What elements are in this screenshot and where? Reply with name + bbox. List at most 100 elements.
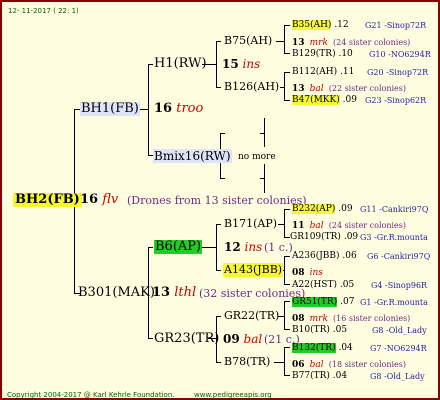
bmix-note: no more bbox=[238, 152, 276, 162]
gr23-id[interactable]: GR23(TR) bbox=[154, 332, 219, 346]
g4-value: .06 bbox=[342, 251, 357, 261]
g4-gen-number: 08 bbox=[292, 268, 305, 278]
g4-id[interactable]: B47(MKK) bbox=[292, 95, 340, 105]
g4-row-1: B35(AH) .12 bbox=[292, 18, 349, 32]
b75-id[interactable]: B75(AH) bbox=[224, 34, 272, 48]
g4-row-15: B10(TR) .05 bbox=[292, 323, 347, 337]
g4-row-6: B47(MKK) .09 bbox=[292, 93, 357, 107]
g4-value: .09 bbox=[338, 204, 353, 214]
connector bbox=[278, 224, 285, 225]
connector bbox=[260, 178, 265, 179]
h1-gen-number: 15 bbox=[222, 57, 239, 71]
sire-gen-number: 16 bbox=[154, 101, 173, 116]
connector bbox=[284, 209, 290, 210]
b6-gen-number: 12 bbox=[224, 240, 241, 254]
g4-code: G8 -Old_Lady bbox=[370, 372, 425, 381]
sire-symbol: troo bbox=[176, 101, 204, 116]
root-queen-id[interactable]: BH2(FB) bbox=[13, 193, 82, 207]
g4-id[interactable]: B35(AH) bbox=[292, 20, 332, 30]
h1-id[interactable]: H1(RW) bbox=[154, 57, 207, 71]
g4-id[interactable]: A236(JBB) bbox=[292, 251, 340, 261]
connector bbox=[284, 53, 290, 54]
root-note: (Drones from 13 sister colonies) bbox=[127, 194, 307, 207]
b171-id[interactable]: B171(AP) bbox=[224, 217, 277, 231]
g4-value: .10 bbox=[338, 49, 353, 59]
g4-value: .09 bbox=[343, 232, 359, 242]
connector bbox=[284, 25, 290, 26]
connector bbox=[284, 72, 290, 73]
g4-note: (16 sister colonies) bbox=[333, 314, 411, 323]
g4-code: G3 -Gr.R.mounta bbox=[360, 233, 428, 242]
g4-note: (18 sister colonies) bbox=[328, 360, 407, 369]
g4-code: G11 -Cankiri97Q bbox=[360, 205, 429, 214]
b6-id[interactable]: B6(AP) bbox=[154, 240, 203, 254]
connector bbox=[284, 284, 290, 285]
connector bbox=[216, 41, 221, 42]
connector bbox=[148, 338, 153, 339]
g4-value: .04 bbox=[338, 343, 353, 353]
g4-note: (24 sister colonies) bbox=[328, 221, 407, 230]
root-gen-number: 16 bbox=[80, 192, 99, 207]
connector bbox=[284, 100, 290, 101]
b6-generation: 12 ins bbox=[224, 240, 262, 254]
g4-code: G23 -Sinop62R bbox=[365, 96, 427, 105]
date-stamp: 12- 11-2017 ( 22: 1) bbox=[8, 7, 79, 15]
connector bbox=[216, 87, 221, 88]
root-generation: 16 flv bbox=[80, 193, 118, 207]
g4-row-10: A236(JBB) .06 bbox=[292, 249, 357, 263]
g4-value: .09 bbox=[342, 95, 357, 105]
g4-id[interactable]: B10(TR) bbox=[292, 325, 330, 335]
g4-note: (24 sister colonies) bbox=[333, 38, 411, 47]
g4-id[interactable]: GR109(TR) bbox=[290, 232, 341, 242]
g4-code: G7 -NO6294R bbox=[370, 344, 427, 353]
connector bbox=[280, 87, 285, 88]
g4-id[interactable]: B132(TR) bbox=[292, 343, 336, 353]
g4-code: G8 -Old_Lady bbox=[372, 326, 427, 335]
connector bbox=[220, 133, 225, 134]
connector bbox=[276, 41, 285, 42]
g4-code: G6 -Cankiri97Q bbox=[367, 252, 431, 261]
bmix-id[interactable]: Bmix16(RW) bbox=[153, 149, 232, 163]
connector bbox=[216, 362, 221, 363]
h1-generation: 15 ins bbox=[222, 57, 260, 71]
g4-value: .04 bbox=[332, 371, 348, 381]
pedigree-diagram: 12- 11-2017 ( 22: 1) Copyright 2004-2017… bbox=[0, 0, 440, 400]
g4-value: .11 bbox=[340, 67, 355, 77]
g4-id[interactable]: B77(TR) bbox=[292, 371, 330, 381]
connector bbox=[284, 301, 290, 302]
copyright-text: Copyright 2004-2017 @ Karl Kehrle Founda… bbox=[7, 391, 175, 399]
a143-id[interactable]: A143(JBB) bbox=[223, 263, 284, 277]
g4-id[interactable]: B112(AH) bbox=[292, 67, 337, 77]
connector bbox=[284, 347, 290, 348]
g4-row-12: A22(HST) .05 bbox=[292, 278, 354, 292]
connector bbox=[284, 256, 290, 257]
dam-id[interactable]: B301(MAK) bbox=[78, 286, 155, 300]
connector bbox=[148, 64, 149, 156]
g4-code: G21 -Sinop72R bbox=[365, 21, 427, 30]
g4-value: .12 bbox=[334, 20, 349, 30]
connector bbox=[284, 25, 285, 54]
connector bbox=[260, 133, 265, 134]
connector bbox=[216, 316, 221, 317]
g4-value: .05 bbox=[339, 280, 355, 290]
sire-generation: 16 troo bbox=[154, 102, 203, 116]
site-link[interactable]: www.pedigreeapis.org bbox=[194, 388, 272, 398]
g4-row-13: GR51(TR) .07 bbox=[292, 295, 354, 309]
connector bbox=[284, 329, 290, 330]
sire-id[interactable]: BH1(FB) bbox=[80, 102, 140, 116]
g4-code: G1 -Gr.R.mounta bbox=[360, 298, 428, 307]
connector bbox=[284, 375, 290, 376]
root-symbol: flv bbox=[102, 192, 119, 207]
g4-id[interactable]: B129(TR) bbox=[292, 49, 336, 59]
b6-note: (1 c.) bbox=[264, 241, 293, 254]
b126-id[interactable]: B126(AH) bbox=[224, 80, 279, 94]
g4-row-18: B77(TR) .04 bbox=[292, 369, 347, 383]
g4-code: G4 -Sinop96R bbox=[371, 281, 428, 290]
b78-id[interactable]: B78(TR) bbox=[224, 355, 270, 369]
gr22-id[interactable]: GR22(TR) bbox=[224, 309, 279, 323]
g4-row-7: B232(AP) .09 bbox=[292, 202, 353, 216]
dam-symbol: lthl bbox=[174, 285, 197, 300]
connector bbox=[274, 362, 285, 363]
connector bbox=[216, 224, 221, 225]
g4-id[interactable]: A22(HST) bbox=[292, 280, 337, 290]
